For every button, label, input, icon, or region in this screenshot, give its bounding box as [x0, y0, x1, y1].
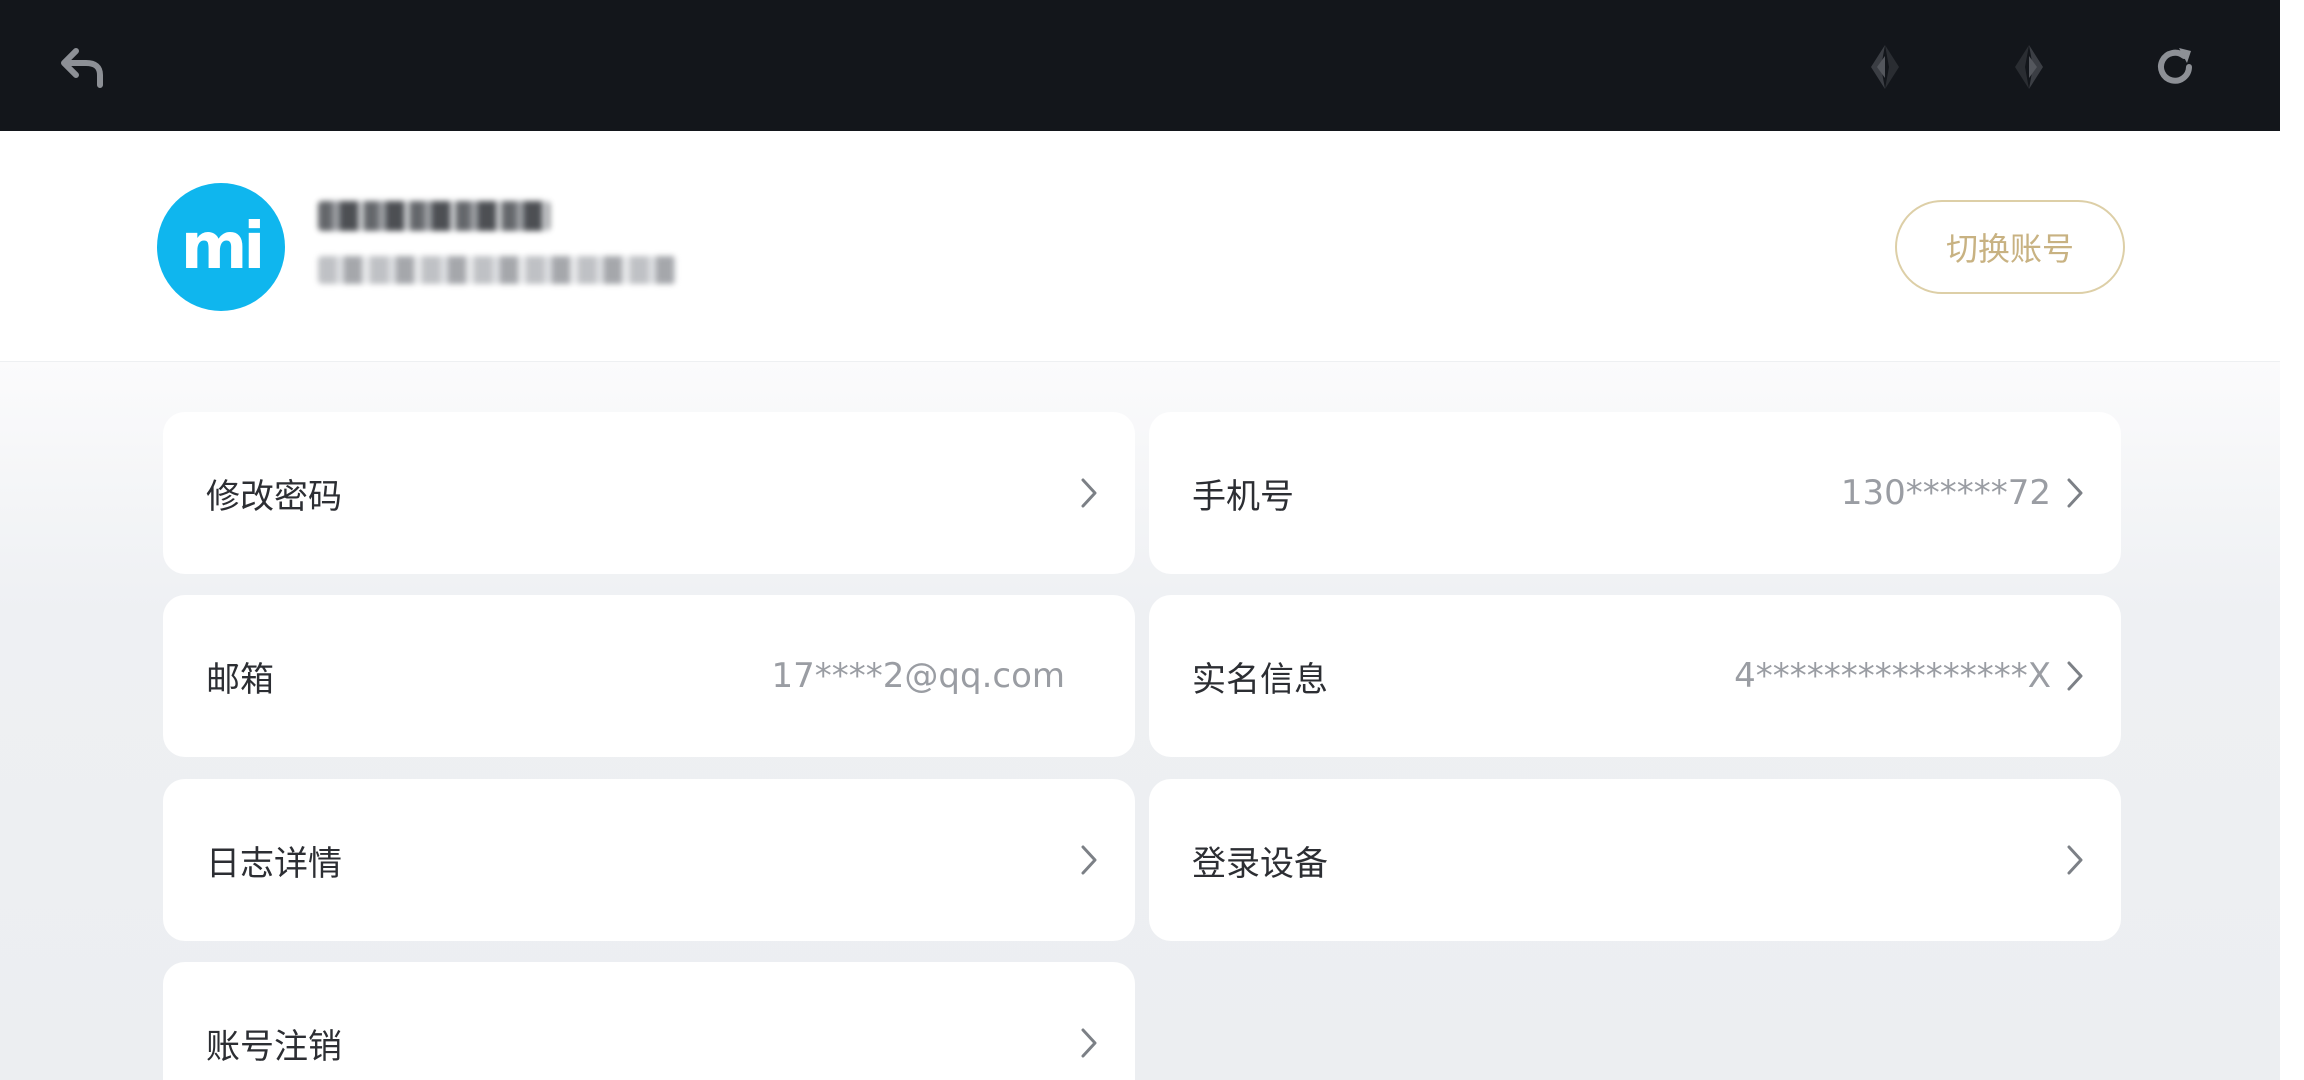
setting-change-password[interactable]: 修改密码	[163, 412, 1135, 574]
setting-value: 130******72	[1840, 473, 2051, 513]
avatar-logo: mi	[180, 210, 266, 284]
chevron-placeholder	[1079, 659, 1099, 693]
chevron-right-icon	[2065, 659, 2085, 693]
setting-label: 实名信息	[1192, 659, 1328, 700]
chevron-right-icon	[1079, 1026, 1099, 1060]
nav-prev-button[interactable]	[1838, 36, 1932, 98]
right-edge-strip	[2280, 0, 2304, 1080]
setting-label: 修改密码	[206, 476, 342, 517]
setting-real-name-info[interactable]: 实名信息 4****************X	[1149, 595, 2121, 757]
back-button[interactable]	[36, 36, 130, 98]
chevron-right-icon	[1079, 476, 1099, 510]
switch-account-button[interactable]: 切换账号	[1895, 200, 2125, 294]
setting-label: 手机号	[1192, 476, 1294, 517]
setting-value: 4****************X	[1734, 656, 2051, 696]
refresh-icon	[2158, 48, 2192, 84]
setting-label: 邮箱	[206, 659, 274, 700]
setting-label: 账号注销	[206, 1026, 342, 1067]
chevron-right-icon	[1079, 843, 1099, 877]
setting-email[interactable]: 邮箱 17****2@qq.com	[163, 595, 1135, 757]
setting-log-details[interactable]: 日志详情	[163, 779, 1135, 941]
setting-label: 日志详情	[206, 843, 342, 884]
setting-phone-number[interactable]: 手机号 130******72	[1149, 412, 2121, 574]
back-arrow-icon	[61, 48, 103, 88]
setting-label: 登录设备	[1192, 843, 1328, 884]
nav-next-button[interactable]	[1982, 36, 2076, 98]
setting-login-devices[interactable]: 登录设备	[1149, 779, 2121, 941]
switch-account-label: 切换账号	[1945, 230, 2074, 268]
chevron-right-icon	[2065, 843, 2085, 877]
top-toolbar	[0, 0, 2280, 131]
account-id-redacted	[318, 256, 676, 284]
prev-diamond-icon	[1871, 45, 1899, 89]
next-diamond-icon	[2015, 45, 2043, 89]
refresh-button[interactable]	[2128, 36, 2222, 98]
account-name-redacted	[318, 201, 550, 231]
setting-value: 17****2@qq.com	[771, 656, 1065, 696]
settings-panel: 修改密码 手机号 130******72 邮箱 17****2@qq.com 实…	[0, 362, 2280, 1080]
setting-account-deletion[interactable]: 账号注销	[163, 962, 1135, 1080]
avatar: mi	[157, 183, 285, 311]
account-header: mi 切换账号	[0, 131, 2280, 362]
chevron-right-icon	[2065, 476, 2085, 510]
